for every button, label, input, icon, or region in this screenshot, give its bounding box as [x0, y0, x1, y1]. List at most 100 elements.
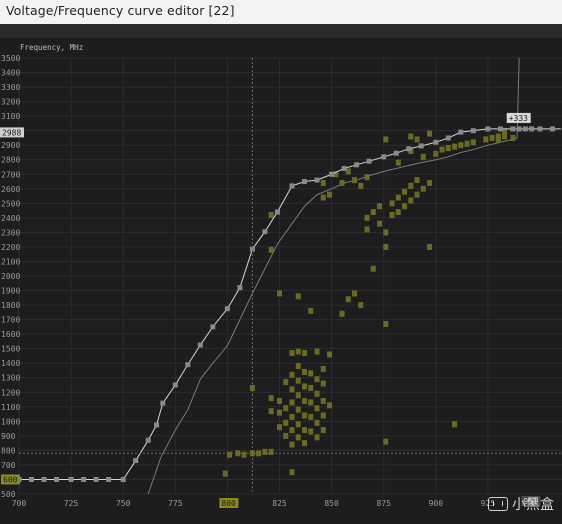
heat-point — [408, 133, 414, 140]
vf-curve-point[interactable] — [314, 177, 320, 183]
vf-curve-line[interactable] — [19, 128, 561, 480]
heat-point — [268, 211, 274, 218]
vf-curve-point[interactable] — [433, 139, 439, 145]
vf-curve-chart[interactable]: 500 600 700 800 900 1000 1100 1200 1300 1400 1500 1… — [0, 38, 562, 520]
vf-curve-point[interactable] — [154, 422, 160, 428]
vf-curve-point[interactable] — [529, 126, 535, 132]
vf-curve-point[interactable] — [366, 158, 372, 164]
heat-point — [445, 145, 451, 152]
vf-curve-point[interactable] — [393, 150, 399, 156]
y-tick-label: 3400 — [1, 69, 20, 78]
heat-point — [364, 174, 370, 181]
y-tick-label: 3300 — [1, 83, 20, 92]
vf-curve-point[interactable] — [237, 285, 243, 291]
heat-point — [295, 406, 301, 413]
heat-point — [327, 191, 333, 198]
vf-curve-point[interactable] — [54, 476, 60, 482]
heat-point — [289, 399, 295, 406]
heat-point — [383, 243, 389, 250]
heat-point — [314, 419, 320, 426]
heat-point — [308, 428, 314, 435]
heat-point — [277, 290, 282, 297]
vf-curve-point[interactable] — [516, 126, 522, 132]
vf-curve-point[interactable] — [329, 171, 335, 177]
vf-curve-point[interactable] — [485, 126, 491, 132]
vf-curve-point[interactable] — [145, 437, 151, 443]
heat-point — [289, 441, 295, 448]
vf-curve-point[interactable] — [522, 126, 528, 132]
heat-point — [470, 139, 476, 146]
heat-point — [510, 134, 516, 141]
x-tick-label: 775 — [168, 499, 183, 508]
y-tick-label: 900 — [1, 432, 16, 441]
heat-point — [268, 395, 274, 402]
heat-point — [302, 440, 308, 447]
heat-point — [489, 134, 495, 141]
vf-curve-point[interactable] — [133, 458, 139, 464]
vf-curve-point[interactable] — [41, 476, 47, 482]
vf-curve-point[interactable] — [497, 126, 503, 132]
heat-point — [320, 412, 326, 419]
vf-curve-point[interactable] — [106, 476, 112, 482]
vf-curve-point[interactable] — [354, 162, 360, 168]
vf-curve-point[interactable] — [197, 342, 203, 348]
overlay-layer: 8006002988+333951 — [0, 58, 562, 508]
y-tick-label: 500 — [1, 490, 16, 499]
selected-voltage-label: 800 — [221, 499, 236, 508]
vf-curve-point[interactable] — [120, 476, 126, 482]
heat-point — [283, 432, 289, 439]
vf-curve-point[interactable] — [93, 476, 99, 482]
vf-curve-point[interactable] — [470, 128, 476, 134]
x-tick-label: 875 — [376, 499, 391, 508]
vf-curve-point[interactable] — [445, 135, 451, 141]
vf-curve-point[interactable] — [302, 179, 308, 185]
heat-map-layer — [222, 129, 516, 477]
heat-point — [302, 350, 308, 357]
y-tick-label: 3100 — [1, 112, 20, 121]
vf-curve-point[interactable] — [262, 229, 268, 235]
heat-point — [345, 296, 351, 303]
heat-point — [277, 424, 282, 431]
vf-curve-point[interactable] — [537, 126, 543, 132]
vf-curve-point[interactable] — [341, 165, 347, 171]
heat-point — [358, 302, 364, 309]
heat-point — [383, 229, 389, 236]
vf-curve-point[interactable] — [81, 476, 87, 482]
vf-curve-layer[interactable] — [16, 126, 561, 482]
heat-point — [408, 182, 414, 189]
vf-curve-point[interactable] — [172, 382, 178, 388]
vf-curve-point[interactable] — [210, 324, 216, 330]
y-tick-label: 3500 — [1, 54, 20, 63]
vf-curve-point[interactable] — [160, 400, 166, 406]
vf-curve-point[interactable] — [289, 183, 295, 189]
vf-curve-point[interactable] — [510, 126, 516, 132]
vf-curve-point[interactable] — [406, 146, 412, 152]
heat-point — [389, 200, 395, 207]
heat-point — [277, 397, 282, 404]
y-tick-label: 2100 — [1, 257, 20, 266]
vf-curve-point[interactable] — [418, 143, 424, 149]
hover-offset-label: +333 — [509, 114, 528, 123]
y-tick-label: 2200 — [1, 243, 20, 252]
x-tick-label: 900 — [429, 499, 444, 508]
y-axis-label: Frequency, MHz — [20, 43, 83, 52]
vf-curve-point[interactable] — [68, 476, 74, 482]
x-tick-label: 725 — [64, 499, 79, 508]
vf-curve-point[interactable] — [274, 209, 280, 215]
y-tick-label: 1300 — [1, 374, 20, 383]
heat-point — [320, 194, 326, 201]
y-tick-label: 1900 — [1, 287, 20, 296]
vf-curve-point[interactable] — [550, 126, 556, 132]
y-tick-label: 2400 — [1, 214, 20, 223]
vf-curve-point[interactable] — [381, 154, 387, 160]
vf-curve-point[interactable] — [458, 129, 464, 135]
vf-curve-plot[interactable]: 500 600 700 800 900 1000 1100 1200 1300 1400 1500 1… — [0, 38, 562, 520]
heat-point — [262, 448, 268, 455]
y-tick-label: 1000 — [1, 417, 20, 426]
heat-point — [383, 438, 389, 445]
heat-point — [452, 143, 458, 150]
heat-point — [420, 185, 426, 192]
vf-curve-point[interactable] — [29, 476, 35, 482]
vf-curve-point[interactable] — [185, 362, 191, 368]
vf-curve-point[interactable] — [224, 306, 230, 312]
